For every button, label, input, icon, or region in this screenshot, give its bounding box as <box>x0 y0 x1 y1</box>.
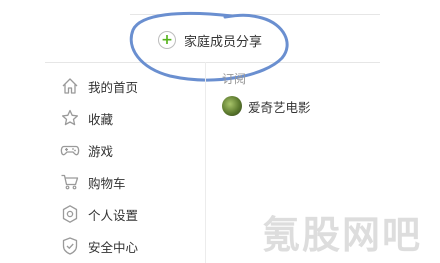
avatar <box>222 96 242 116</box>
shield-icon <box>60 236 80 256</box>
sidebar-item-label: 个人设置 <box>88 207 139 223</box>
star-icon <box>60 108 80 128</box>
gamepad-icon <box>60 140 80 160</box>
sidebar-item-label: 我的首页 <box>88 79 139 95</box>
family-share-button[interactable]: + 家庭成员分享 <box>158 29 262 51</box>
sidebar-item-security[interactable]: 安全中心 <box>60 230 138 262</box>
sidebar-item-favorites[interactable]: 收藏 <box>60 102 138 134</box>
plus-circle-icon: + <box>158 31 176 49</box>
subscription-item[interactable]: 爱奇艺电影 <box>222 96 311 116</box>
subscription-label: 爱奇艺电影 <box>248 99 311 115</box>
section-divider <box>45 62 380 63</box>
top-divider <box>130 14 380 15</box>
sidebar-item-label: 购物车 <box>88 175 126 191</box>
sidebar-item-cart[interactable]: 购物车 <box>60 166 138 198</box>
subscriptions-heading: 订阅 <box>222 72 247 86</box>
sidebar-item-home[interactable]: 我的首页 <box>60 70 138 102</box>
sidebar-menu: 我的首页 收藏 游戏 购物车 个人设置 安全中心 <box>60 70 138 262</box>
cart-icon <box>60 172 80 192</box>
home-icon <box>60 76 80 96</box>
gear-icon <box>60 204 80 224</box>
column-divider <box>205 62 206 263</box>
sidebar-item-label: 游戏 <box>88 143 114 159</box>
sidebar-item-label: 安全中心 <box>88 239 139 255</box>
family-share-label: 家庭成员分享 <box>184 34 263 50</box>
sidebar-item-settings[interactable]: 个人设置 <box>60 198 138 230</box>
watermark: 氪股网吧 <box>262 213 423 257</box>
sidebar-item-label: 收藏 <box>88 111 114 127</box>
sidebar-item-games[interactable]: 游戏 <box>60 134 138 166</box>
